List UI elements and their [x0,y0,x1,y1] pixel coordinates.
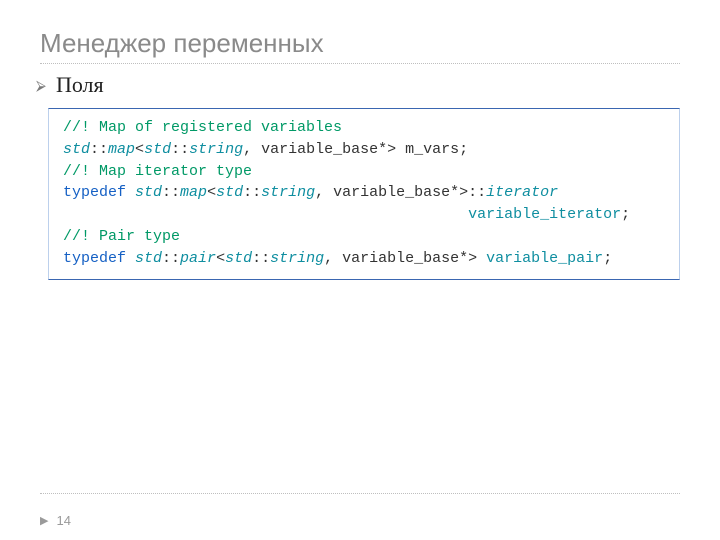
code-sep: :: [162,250,180,267]
code-block: //! Map of registered variables std::map… [48,108,680,280]
code-punct: ; [603,250,612,267]
code-ns: std [225,250,252,267]
code-punct: < [216,250,225,267]
code-ns: std [216,184,243,201]
code-decl: variable_iterator [468,206,621,223]
code-comment: //! Pair type [63,228,180,245]
code-type: string [261,184,315,201]
code-sep: :: [90,141,108,158]
code-type: pair [180,250,216,267]
slide: Менеджер переменных ⮚ Поля //! Map of re… [0,0,720,540]
title-divider [40,63,680,64]
code-comment: //! Map of registered variables [63,119,342,136]
code-sep: :: [171,141,189,158]
footer-marker-icon: ▶ [40,514,48,527]
code-punct: < [207,184,216,201]
code-type: string [189,141,243,158]
footer-divider [40,493,680,494]
code-punct: < [135,141,144,158]
code-ns: std [144,141,171,158]
bullet-label: Поля [56,72,104,98]
bullet-marker-icon: ⮚ [36,78,46,92]
code-sep: :: [252,250,270,267]
code-type: map [108,141,135,158]
code-punct: ; [621,206,630,223]
code-ns: std [135,184,162,201]
page-number: 14 [56,513,70,528]
code-keyword: typedef [63,184,135,201]
code-type: string [270,250,324,267]
bullet-item: ⮚ Поля [36,72,680,98]
code-keyword: typedef [63,250,135,267]
footer: ▶ 14 [40,513,71,528]
code-decl: variable_pair [486,250,603,267]
code-sep: :: [243,184,261,201]
code-text: , variable_base*>:: [315,184,486,201]
page-title: Менеджер переменных [40,28,680,59]
code-type: map [180,184,207,201]
code-sep: :: [162,184,180,201]
code-pad [63,206,468,223]
code-type: iterator [486,184,558,201]
code-ns: std [63,141,90,158]
code-text: , variable_base*> m_vars; [243,141,468,158]
code-ns: std [135,250,162,267]
code-comment: //! Map iterator type [63,163,252,180]
code-text: , variable_base*> [324,250,486,267]
